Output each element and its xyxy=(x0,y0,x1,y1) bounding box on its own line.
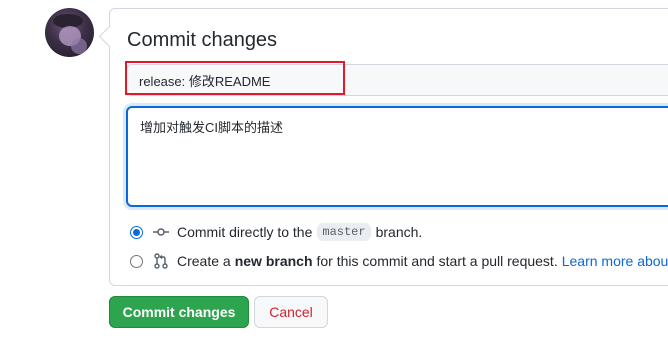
commit-description-textarea[interactable]: 增加对触发CI脚本的描述 xyxy=(126,106,668,207)
commit-changes-button[interactable]: Commit changes xyxy=(109,296,249,328)
branch-name-badge: master xyxy=(317,223,371,241)
option-new-branch[interactable]: Create a new branch for this commit and … xyxy=(130,253,668,269)
option-direct-suffix: branch. xyxy=(375,224,423,240)
radio-commit-directly[interactable] xyxy=(130,225,143,239)
cancel-button[interactable]: Cancel xyxy=(254,296,328,328)
option-commit-directly[interactable]: Commit directly to the master branch. xyxy=(130,223,422,241)
commit-summary-input[interactable] xyxy=(126,64,668,96)
option-new-branch-strong: new branch xyxy=(234,253,313,269)
option-new-branch-suffix: for this commit and start a pull request… xyxy=(316,253,558,269)
option-direct-prefix: Commit directly to the xyxy=(177,224,313,240)
avatar-shape xyxy=(71,38,87,54)
git-commit-icon xyxy=(153,224,169,240)
commit-panel: Commit changes 增加对触发CI脚本的描述 Commit direc… xyxy=(109,8,668,286)
learn-more-link[interactable]: Learn more about xyxy=(562,253,668,269)
radio-new-branch[interactable] xyxy=(130,254,143,268)
commit-title: Commit changes xyxy=(127,29,278,51)
git-pull-request-icon xyxy=(153,253,169,269)
option-new-branch-prefix: Create a xyxy=(177,253,231,269)
avatar[interactable] xyxy=(45,8,94,57)
